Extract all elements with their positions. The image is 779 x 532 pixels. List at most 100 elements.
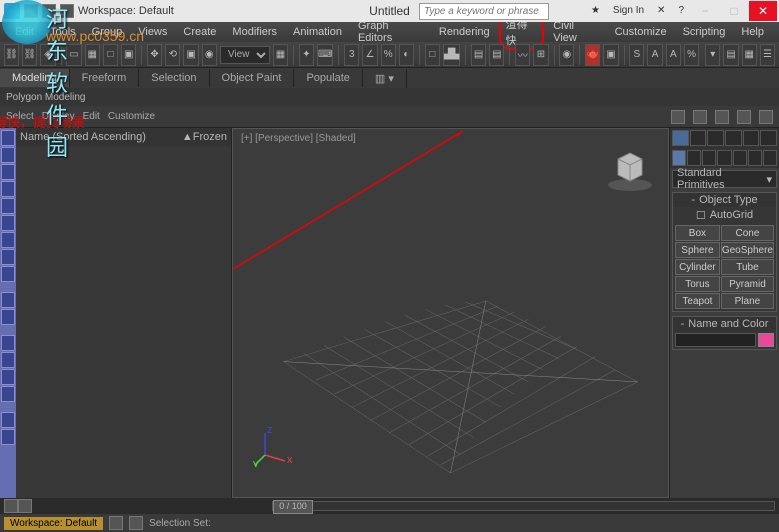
qat-save-icon[interactable] <box>24 4 38 18</box>
status-icon-2[interactable] <box>129 516 143 530</box>
schematic-icon[interactable]: ⊞ <box>533 44 548 66</box>
filter-d-icon[interactable] <box>1 386 15 402</box>
app-icon[interactable] <box>4 3 20 19</box>
snap-s-icon[interactable]: S <box>629 44 644 66</box>
close-button[interactable]: ✕ <box>749 1 777 21</box>
mirror-icon[interactable]: ▟▙ <box>443 44 460 66</box>
primitive-dropdown[interactable]: Standard Primitives▾ <box>672 170 777 188</box>
snap-p-icon[interactable]: % <box>684 44 699 66</box>
create-plane-button[interactable]: Plane <box>721 293 774 309</box>
menu-tools[interactable]: Tools <box>43 24 83 40</box>
create-teapot-button[interactable]: Teapot <box>675 293 720 309</box>
angle-snap-icon[interactable]: ∠ <box>362 44 377 66</box>
render-setup-icon[interactable]: 🫖 <box>585 44 600 66</box>
select-rect-icon[interactable]: □ <box>103 44 118 66</box>
sub-cameras-icon[interactable] <box>717 150 731 166</box>
filter-a-icon[interactable] <box>1 335 15 351</box>
status-icon-1[interactable] <box>109 516 123 530</box>
menu-group[interactable]: Group <box>85 24 130 40</box>
sub-icon-2[interactable] <box>693 110 707 124</box>
sub-icon-4[interactable] <box>737 110 751 124</box>
lock-icon[interactable] <box>715 110 729 124</box>
object-type-rollout[interactable]: -Object Type <box>673 193 776 207</box>
create-cylinder-button[interactable]: Cylinder <box>675 259 720 275</box>
menu-rendering[interactable]: Rendering <box>432 24 497 40</box>
col-frozen[interactable]: Frozen <box>193 131 227 143</box>
menu-customize[interactable]: Customize <box>608 24 674 40</box>
ribbon-tab-object-paint[interactable]: Object Paint <box>210 69 295 87</box>
sub-customize[interactable]: Customize <box>108 111 155 122</box>
create-cone-button[interactable]: Cone <box>721 225 774 241</box>
menu-animation[interactable]: Animation <box>286 24 349 40</box>
create-torus-button[interactable]: Torus <box>675 276 720 292</box>
material-editor-icon[interactable]: ◉ <box>559 44 574 66</box>
tab-display-icon[interactable] <box>743 130 760 146</box>
menu-graph-editors[interactable]: Graph Editors <box>351 18 430 46</box>
search-input[interactable] <box>419 3 549 20</box>
maximize-button[interactable]: □ <box>720 1 748 21</box>
display-frozen-icon[interactable] <box>1 309 15 325</box>
ref-coord-dropdown[interactable]: View <box>220 46 270 64</box>
layers-icon[interactable]: ▤ <box>489 44 504 66</box>
create-geosphere-button[interactable]: GeoSphere <box>721 242 774 258</box>
timeline[interactable]: 0 / 100 <box>0 498 779 514</box>
sub-systems-icon[interactable] <box>763 150 777 166</box>
menu-edit[interactable]: Edit <box>8 24 41 40</box>
percent-snap-icon[interactable]: % <box>381 44 396 66</box>
window-crossing-icon[interactable]: ▣ <box>121 44 136 66</box>
help-icon[interactable]: ? <box>672 1 690 19</box>
sub-spacewarps-icon[interactable] <box>748 150 762 166</box>
filter-c-icon[interactable] <box>1 369 15 385</box>
layout-icon[interactable]: ▤ <box>723 44 738 66</box>
select-link-icon[interactable]: ⛓ <box>4 44 19 66</box>
exchange-icon[interactable]: ✕ <box>651 1 671 19</box>
viewcube[interactable] <box>604 141 656 193</box>
named-sel-icon[interactable]: □ <box>425 44 440 66</box>
menu-scripting[interactable]: Scripting <box>676 24 733 40</box>
bind-icon[interactable]: ◈ <box>40 44 55 66</box>
ribbon-tab-selection[interactable]: Selection <box>139 69 209 87</box>
select-place-icon[interactable]: ◉ <box>202 44 217 66</box>
display-spacewarps-icon[interactable] <box>1 215 15 231</box>
workspace-label[interactable]: Workspace: Default <box>78 5 174 17</box>
display-groups-icon[interactable] <box>1 232 15 248</box>
sub-icon-5[interactable] <box>759 110 773 124</box>
qat-redo-icon[interactable] <box>60 4 74 18</box>
sub-icon-1[interactable] <box>671 110 685 124</box>
sub-helpers-icon[interactable] <box>733 150 747 166</box>
select-icon[interactable]: ▭ <box>66 44 81 66</box>
ribbon-min-icon[interactable]: ▾ <box>705 44 720 66</box>
create-pyramid-button[interactable]: Pyramid <box>721 276 774 292</box>
select-rotate-icon[interactable]: ⟲ <box>165 44 180 66</box>
snap-a-icon[interactable]: A <box>647 44 662 66</box>
keyboard-icon[interactable]: ⌨ <box>317 44 333 66</box>
time-marker[interactable]: 0 / 100 <box>273 500 313 514</box>
name-color-rollout[interactable]: -Name and Color <box>673 317 776 331</box>
autogrid-checkbox[interactable]: ☐AutoGrid <box>673 207 776 223</box>
menu-modifiers[interactable]: Modifiers <box>225 24 284 40</box>
timeline-prev-icon[interactable] <box>4 499 18 513</box>
tab-motion-icon[interactable] <box>725 130 742 146</box>
display-bones-icon[interactable] <box>1 266 15 282</box>
select-name-icon[interactable]: ▦ <box>85 44 100 66</box>
display-xrefs-icon[interactable] <box>1 249 15 265</box>
sub-shapes-icon[interactable] <box>687 150 701 166</box>
signin-button[interactable]: Sign In <box>607 1 650 19</box>
ribbon-tab-modeling[interactable]: Modeling <box>0 69 70 87</box>
display-helpers-icon[interactable] <box>1 198 15 214</box>
filter-b-icon[interactable] <box>1 352 15 368</box>
select-move-icon[interactable]: ✥ <box>147 44 162 66</box>
unlink-icon[interactable]: ⛓ <box>22 44 37 66</box>
object-color-swatch[interactable] <box>758 333 774 347</box>
menu-civil-view[interactable]: Civil View <box>546 18 605 46</box>
qat-undo-icon[interactable] <box>42 4 56 18</box>
menu-help[interactable]: Help <box>734 24 771 40</box>
ribbon-tab-populate[interactable]: Populate <box>294 69 362 87</box>
display-cameras-icon[interactable] <box>1 181 15 197</box>
status-workspace[interactable]: Workspace: Default <box>4 517 103 530</box>
object-name-input[interactable] <box>675 333 756 347</box>
list-icon[interactable]: ☰ <box>760 44 775 66</box>
display-hidden-icon[interactable] <box>1 292 15 308</box>
create-sphere-button[interactable]: Sphere <box>675 242 720 258</box>
menu-create[interactable]: Create <box>176 24 223 40</box>
